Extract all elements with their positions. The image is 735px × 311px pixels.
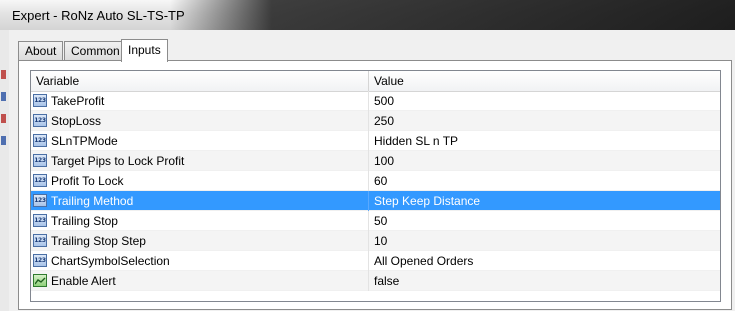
variable-value[interactable]: All Opened Orders <box>374 254 473 268</box>
title-bar[interactable]: Expert - RoNz Auto SL-TS-TP <box>0 0 735 31</box>
cell-divider <box>368 251 369 271</box>
number-icon: 123 <box>33 94 47 107</box>
variable-value[interactable]: Hidden SL n TP <box>374 134 458 148</box>
inputs-grid: Variable Value 123 TakeProfit 500 123 St… <box>30 70 721 302</box>
window-title: Expert - RoNz Auto SL-TS-TP <box>12 8 185 23</box>
chart-line-icon <box>35 277 46 285</box>
number-icon: 123 <box>33 114 47 127</box>
number-icon: 123 <box>33 174 47 187</box>
variable-name: TakeProfit <box>51 94 105 108</box>
variable-value[interactable]: Step Keep Distance <box>374 194 480 208</box>
number-icon: 123 <box>33 234 47 247</box>
cell-divider <box>368 191 369 211</box>
edge-mark <box>1 114 6 123</box>
expert-properties-dialog: About Common Inputs Variable Value 123 T… <box>9 30 735 311</box>
variable-value[interactable]: 250 <box>374 114 394 128</box>
cell-divider <box>368 91 369 111</box>
table-row[interactable]: Enable Alert false <box>31 271 720 291</box>
column-header-variable[interactable]: Variable <box>36 74 79 88</box>
title-bar-shadow <box>170 0 735 30</box>
inputs-panel: Variable Value 123 TakeProfit 500 123 St… <box>18 60 732 310</box>
column-divider[interactable] <box>368 71 369 91</box>
number-icon: 123 <box>33 254 47 267</box>
number-icon: 123 <box>33 134 47 147</box>
variable-name: Trailing Stop <box>51 214 118 228</box>
table-row[interactable]: 123 Target Pips to Lock Profit 100 <box>31 151 720 171</box>
cell-divider <box>368 231 369 251</box>
variable-value[interactable]: 100 <box>374 154 394 168</box>
edge-mark <box>1 92 6 101</box>
variable-name: SLnTPMode <box>51 134 118 148</box>
cell-divider <box>368 111 369 131</box>
table-row[interactable]: 123 StopLoss 250 <box>31 111 720 131</box>
edge-mark <box>1 136 6 145</box>
table-row[interactable]: 123 TakeProfit 500 <box>31 91 720 111</box>
variable-name: StopLoss <box>51 114 102 128</box>
variable-value[interactable]: 10 <box>374 234 387 248</box>
variable-value[interactable]: 60 <box>374 174 387 188</box>
boolean-icon <box>33 274 47 287</box>
table-row[interactable]: 123 Trailing Stop 50 <box>31 211 720 231</box>
cell-divider <box>368 271 369 291</box>
variable-name: Target Pips to Lock Profit <box>51 154 185 168</box>
variable-value[interactable]: 50 <box>374 214 387 228</box>
table-row-selected[interactable]: 123 Trailing Method Step Keep Distance <box>31 191 720 211</box>
cell-divider <box>368 171 369 191</box>
number-icon: 123 <box>33 214 47 227</box>
tab-about[interactable]: About <box>18 41 64 60</box>
table-row[interactable]: 123 SLnTPMode Hidden SL n TP <box>31 131 720 151</box>
variable-name: Profit To Lock <box>51 174 124 188</box>
cell-divider <box>368 131 369 151</box>
tab-inputs[interactable]: Inputs <box>121 39 168 62</box>
table-row[interactable]: 123 ChartSymbolSelection All Opened Orde… <box>31 251 720 271</box>
table-row[interactable]: 123 Trailing Stop Step 10 <box>31 231 720 251</box>
table-row[interactable]: 123 Profit To Lock 60 <box>31 171 720 191</box>
variable-value[interactable]: 500 <box>374 94 394 108</box>
variable-name: ChartSymbolSelection <box>51 254 170 268</box>
cell-divider <box>368 211 369 231</box>
variable-name: Trailing Stop Step <box>51 234 146 248</box>
variable-name: Enable Alert <box>51 274 116 288</box>
variable-name: Trailing Method <box>51 194 134 208</box>
grid-header: Variable Value <box>31 71 720 92</box>
column-header-value[interactable]: Value <box>374 74 404 88</box>
number-icon: 123 <box>33 194 47 207</box>
number-icon: 123 <box>33 154 47 167</box>
cell-divider <box>368 151 369 171</box>
variable-value[interactable]: false <box>374 274 399 288</box>
edge-mark <box>1 70 6 79</box>
tab-common[interactable]: Common <box>64 41 127 60</box>
